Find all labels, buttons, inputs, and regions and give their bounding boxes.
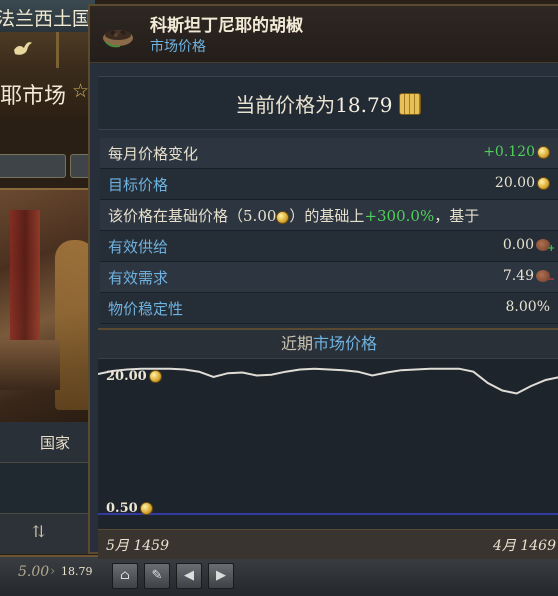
effective-supply-value: 0.00 + (502, 237, 555, 254)
current-price-value: 18.79 (61, 565, 93, 578)
current-price-number: 18.79 (335, 93, 393, 117)
market-illustration (0, 188, 95, 424)
country-tab[interactable]: 国家 (0, 422, 95, 463)
background-title: 法兰西土国 (0, 8, 92, 30)
price-stability-label[interactable]: 物价稳定性 (108, 298, 183, 319)
table-decoration (0, 340, 60, 390)
effective-demand-number: 7.49 (502, 268, 534, 284)
gold-stack-icon (398, 93, 421, 115)
background-sort-row: ⇅ (0, 513, 95, 554)
background-icon-row (0, 32, 95, 70)
country-tab-label: 国家 (40, 434, 71, 452)
market-price-tooltip: 科斯坦丁尼耶的胡椒 市场价格 当前价格为18.79 每月价格变化 +0.120 … (88, 4, 558, 559)
background-market-header: 耶市场 ☆ (0, 68, 95, 120)
market-title: 耶市场 (0, 84, 67, 109)
filter-button[interactable] (0, 154, 66, 178)
tooltip-header: 科斯坦丁尼耶的胡椒 市场价格 (90, 6, 558, 63)
x-end-label: 4月 1469 (493, 538, 556, 554)
pepper-bowl-icon (103, 29, 133, 48)
base-price-note: 该价格在基础价格（5.00 ）的基础上+300.0%，基于 (108, 205, 479, 226)
chart-title: 近期市场价格 (98, 330, 558, 359)
chart-title-prefix: 近期 (280, 334, 313, 353)
background-title-bar: 法兰西土国 (0, 0, 95, 34)
effective-demand-label[interactable]: 有效需求 (108, 267, 168, 288)
gold-coin-icon (139, 502, 153, 515)
current-price-text: 当前价格为18.79 (98, 89, 558, 118)
effective-supply-number: 0.00 (502, 237, 534, 253)
current-price-box: 当前价格为18.79 (98, 76, 558, 130)
arrow-icon: › (50, 564, 56, 579)
y-min-value: 0.50 (106, 501, 138, 516)
pepper-supply-icon: + (536, 239, 555, 254)
tooltip-title: 科斯坦丁尼耶的胡椒 (150, 16, 303, 36)
background-filter-bar (0, 118, 96, 186)
sort-icon[interactable]: ⇅ (32, 522, 45, 541)
gold-coin-icon (537, 176, 550, 190)
price-stability-value: 8.00% (505, 299, 550, 315)
base-note-percent: +300.0% (364, 207, 435, 225)
forward-icon[interactable]: ▶ (208, 563, 234, 589)
base-note-prefix: 该价格在基础价格（ (108, 207, 244, 225)
background-list-area (0, 463, 95, 513)
list-item-effective-demand[interactable]: 有效需求 7.49 − (100, 262, 558, 293)
back-icon[interactable]: ◀ (176, 563, 202, 589)
list-item-price-stability[interactable]: 物价稳定性 8.00% (100, 293, 558, 324)
base-price-value: 5.00 (18, 564, 50, 580)
favorite-star-icon[interactable]: ☆ (72, 80, 89, 102)
y-max-label: 20.00 (106, 369, 162, 384)
tooltip-subtitle: 市场价格 (150, 39, 206, 55)
monthly-change-number: +0.120 (483, 144, 535, 160)
pepper-demand-icon: − (536, 270, 555, 285)
effective-demand-value: 7.49 − (502, 268, 555, 285)
chart-plot-area: 20.00 0.50 (98, 359, 558, 529)
price-breakdown-list: 每月价格变化 +0.120 目标价格 20.00 该价格在基础价格（5.00 ）的… (100, 138, 558, 324)
monthly-change-label: 每月价格变化 (108, 145, 199, 163)
monthly-change-value: +0.120 (483, 144, 550, 160)
list-item-target-price[interactable]: 目标价格 20.00 (100, 169, 558, 200)
base-note-suffix: ，基于 (434, 207, 480, 225)
current-price-prefix: 当前价格为 (235, 93, 336, 117)
y-max-value: 20.00 (106, 369, 147, 384)
tools-icon[interactable]: ✎ (144, 563, 170, 589)
chart-svg (98, 367, 558, 515)
list-item-base-price-note: 该价格在基础价格（5.00 ）的基础上+300.0%，基于 (100, 200, 558, 231)
bottom-bar: 5.00 › 18.79 ⌂ ✎ ◀ ▶ (0, 555, 558, 596)
target-price-value: 20.00 (495, 175, 550, 191)
base-note-mid: ）的基础上 (289, 207, 365, 225)
y-min-label: 0.50 (106, 501, 153, 516)
divider (56, 32, 59, 68)
gold-coin-icon (148, 370, 162, 383)
price-series-line (98, 367, 558, 395)
home-icon[interactable]: ⌂ (112, 563, 138, 589)
curtain-decoration (10, 210, 40, 360)
list-item-monthly-change: 每月价格变化 +0.120 (100, 138, 558, 169)
dove-icon[interactable] (12, 38, 34, 60)
list-item-effective-supply[interactable]: 有效供给 0.00 + (100, 231, 558, 262)
recent-price-chart: 近期市场价格 20.00 0.50 5月 1459 4月 1469 (98, 328, 558, 559)
chart-x-axis: 5月 1459 4月 1469 (98, 529, 558, 559)
effective-supply-label[interactable]: 有效供给 (108, 236, 168, 257)
gold-coin-icon (276, 210, 290, 224)
base-price-number: 5.00 (243, 207, 277, 225)
gold-coin-icon (537, 145, 550, 159)
x-start-label: 5月 1459 (106, 538, 169, 554)
target-price-number: 20.00 (494, 175, 535, 191)
target-price-label[interactable]: 目标价格 (108, 174, 168, 195)
chart-title-link[interactable]: 市场价格 (313, 334, 377, 353)
